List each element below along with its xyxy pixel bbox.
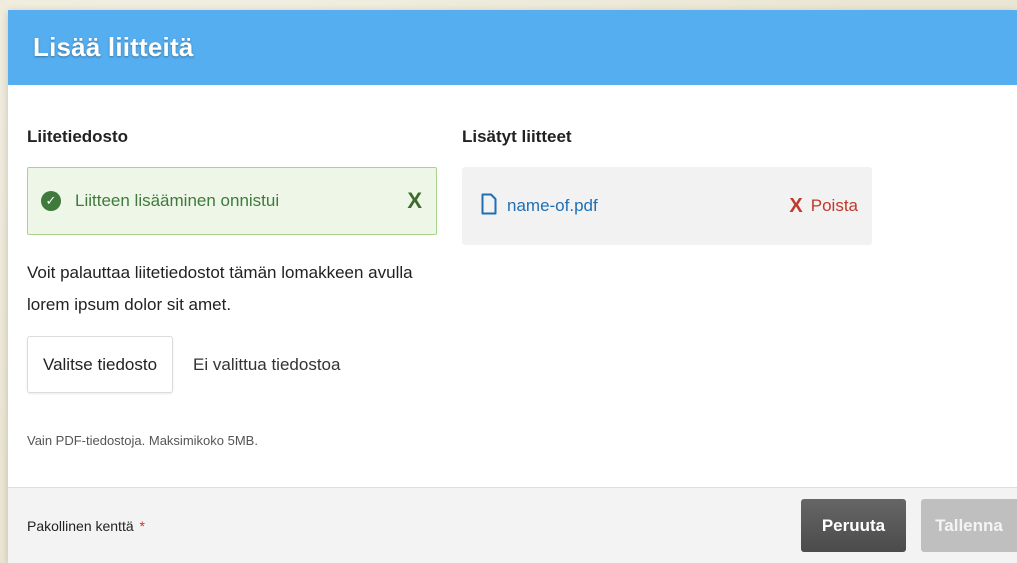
help-text-line-2: lorem ipsum dolor sit amet.: [27, 295, 232, 314]
file-input-row: Valitse tiedosto Ei valittua tiedostoa: [27, 336, 437, 393]
file-icon: [481, 193, 497, 220]
choose-file-button[interactable]: Valitse tiedosto: [27, 336, 174, 393]
modal-footer: Pakollinen kenttä * Peruuta Tallenna: [8, 487, 1017, 563]
section-title-added-attachments: Lisätyt liitteet: [462, 127, 572, 146]
success-alert: ✓ Liitteen lisääminen onnistui X: [27, 167, 437, 235]
check-circle-icon: ✓: [41, 191, 61, 211]
cancel-button[interactable]: Peruuta: [801, 499, 906, 552]
save-button[interactable]: Tallenna: [921, 499, 1017, 552]
attachment-file-link[interactable]: name-of.pdf: [507, 196, 789, 216]
required-field-note: Pakollinen kenttä *: [27, 518, 801, 534]
modal-body: Liitetiedosto ✓ Liitteen lisääminen onni…: [8, 85, 1017, 487]
remove-label: Poista: [810, 196, 858, 215]
attachment-list-item: name-of.pdf X Poista: [462, 167, 872, 245]
no-file-selected-text: Ei valittua tiedostoa: [193, 354, 341, 374]
remove-icon: X: [789, 195, 803, 217]
added-attachments-section: Lisätyt liitteet name-of.pdf X Poista: [462, 127, 872, 245]
modal-header: Lisää liitteitä: [8, 10, 1017, 85]
close-icon[interactable]: X: [407, 190, 422, 212]
section-title-attachment-file: Liitetiedosto: [27, 127, 129, 146]
add-attachments-modal: Lisää liitteitä Liitetiedosto ✓ Liitteen…: [8, 10, 1017, 563]
remove-attachment-button[interactable]: X Poista: [789, 196, 858, 216]
help-text: Voit palauttaa liitetiedostot tämän loma…: [27, 257, 437, 321]
help-text-line-1: Voit palauttaa liitetiedostot tämän loma…: [27, 263, 413, 282]
modal-title: Lisää liitteitä: [33, 32, 194, 62]
success-message: Liitteen lisääminen onnistui: [75, 191, 280, 210]
file-type-hint: Vain PDF-tiedostoja. Maksimikoko 5MB.: [27, 433, 258, 448]
required-field-label: Pakollinen kenttä: [27, 517, 134, 534]
attachment-upload-section: Liitetiedosto ✓ Liitteen lisääminen onni…: [27, 127, 437, 448]
required-star: *: [139, 517, 145, 534]
